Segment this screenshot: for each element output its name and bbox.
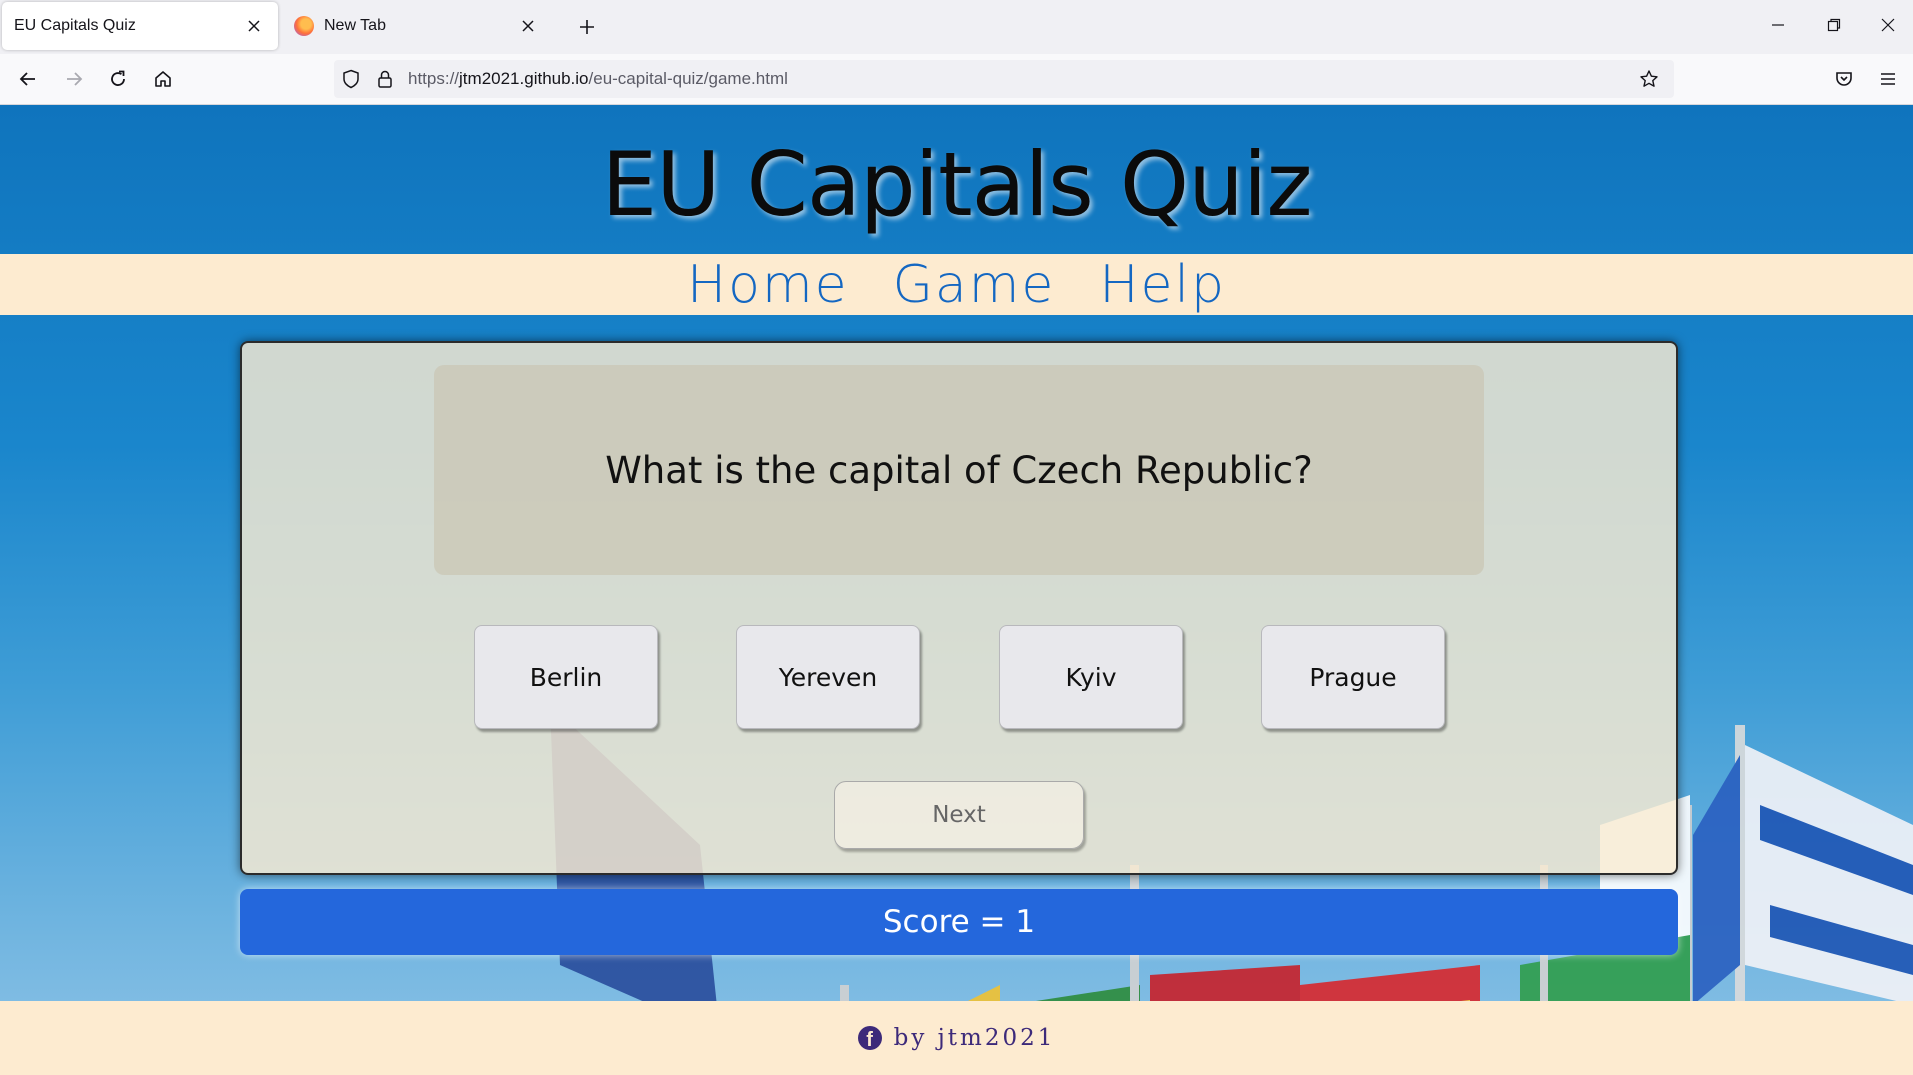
minimize-icon[interactable] bbox=[1750, 0, 1806, 50]
nav-help-link[interactable]: Help bbox=[1099, 255, 1226, 315]
browser-nav-bar: https://jtm2021.github.io/eu-capital-qui… bbox=[0, 54, 1913, 105]
web-page: EU Capitals Quiz Home Game Help What is … bbox=[0, 105, 1913, 1075]
answer-options: Berlin Yereven Kyiv Prague bbox=[474, 625, 1454, 731]
site-footer: f by jtm2021 bbox=[0, 1001, 1913, 1075]
url-prefix: https:// bbox=[408, 69, 460, 88]
nav-game-link[interactable]: Game bbox=[893, 255, 1056, 315]
next-button[interactable]: Next bbox=[834, 781, 1084, 849]
shield-icon[interactable] bbox=[334, 60, 368, 98]
nav-home-link[interactable]: Home bbox=[687, 255, 849, 315]
tab-new-tab[interactable]: New Tab bbox=[282, 2, 552, 50]
site-nav: Home Game Help bbox=[0, 254, 1913, 315]
pocket-icon[interactable] bbox=[1826, 61, 1862, 97]
back-icon[interactable] bbox=[10, 61, 46, 97]
url-path: /eu-capital-quiz/game.html bbox=[588, 69, 788, 88]
answer-button-3[interactable]: Kyiv bbox=[999, 625, 1183, 729]
answer-button-4[interactable]: Prague bbox=[1261, 625, 1445, 729]
close-icon[interactable] bbox=[242, 14, 266, 38]
site-header: EU Capitals Quiz bbox=[0, 105, 1913, 254]
restore-icon[interactable] bbox=[1806, 0, 1862, 50]
lock-icon[interactable] bbox=[368, 60, 402, 98]
footer-facebook-link[interactable]: f by jtm2021 bbox=[857, 1025, 1056, 1051]
window-close-icon[interactable] bbox=[1862, 0, 1913, 50]
tab-title: EU Capitals Quiz bbox=[14, 17, 136, 34]
close-icon[interactable] bbox=[516, 14, 540, 38]
address-bar[interactable]: https://jtm2021.github.io/eu-capital-qui… bbox=[334, 60, 1674, 98]
plus-icon[interactable] bbox=[570, 10, 604, 44]
url-host: jtm2021.github.io bbox=[459, 69, 589, 88]
answer-button-2[interactable]: Yereven bbox=[736, 625, 920, 729]
forward-icon[interactable] bbox=[56, 61, 92, 97]
tab-eu-capitals-quiz[interactable]: EU Capitals Quiz bbox=[2, 2, 278, 50]
facebook-icon: f bbox=[857, 1026, 882, 1050]
quiz-card: What is the capital of Czech Republic? B… bbox=[240, 341, 1678, 875]
answer-button-1[interactable]: Berlin bbox=[474, 625, 658, 729]
star-icon[interactable] bbox=[1632, 62, 1666, 96]
site-title: EU Capitals Quiz bbox=[601, 133, 1312, 236]
firefox-icon bbox=[294, 16, 314, 36]
tab-title: New Tab bbox=[324, 17, 386, 34]
browser-tab-bar: EU Capitals Quiz New Tab bbox=[0, 0, 1913, 54]
reload-icon[interactable] bbox=[100, 61, 136, 97]
footer-text: by jtm2021 bbox=[893, 1025, 1056, 1051]
menu-icon[interactable] bbox=[1870, 61, 1906, 97]
score-display: Score = 1 bbox=[240, 889, 1678, 955]
question-text: What is the capital of Czech Republic? bbox=[434, 365, 1484, 575]
url-text[interactable]: https://jtm2021.github.io/eu-capital-qui… bbox=[408, 69, 788, 89]
home-icon[interactable] bbox=[145, 61, 181, 97]
